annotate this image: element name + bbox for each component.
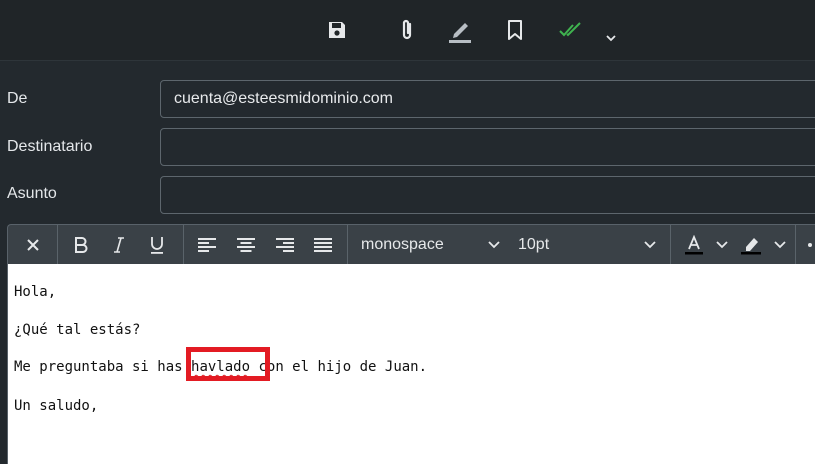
message-line: ¿Qué tal estás? <box>14 322 141 338</box>
bookmark-icon[interactable] <box>500 14 530 46</box>
font-family-select[interactable]: monospace <box>361 225 444 265</box>
text-color-icon[interactable] <box>681 225 707 265</box>
align-center-icon[interactable] <box>233 225 259 265</box>
editor-toolbar: monospace 10pt <box>7 224 815 265</box>
pen-icon[interactable] <box>445 14 475 46</box>
font-size-select[interactable]: 10pt <box>518 225 549 265</box>
misspelled-word[interactable]: havlado <box>191 359 250 375</box>
message-toolbar <box>0 0 815 61</box>
from-label: De <box>7 90 28 107</box>
chevron-down-icon[interactable] <box>596 22 626 54</box>
align-right-icon[interactable] <box>272 225 298 265</box>
attach-icon[interactable] <box>392 14 422 46</box>
toolbar-divider <box>183 225 184 265</box>
toolbar-divider <box>670 225 671 265</box>
toolbar-divider <box>347 225 348 265</box>
message-text: con el hijo de Juan. <box>250 359 428 375</box>
chevron-down-icon[interactable] <box>484 225 504 265</box>
chevron-down-icon[interactable] <box>640 225 660 265</box>
compose-header: De cuenta@esteesmidominio.com Destinatar… <box>0 61 815 224</box>
message-line: Me preguntaba si has havlado con el hijo… <box>14 359 427 375</box>
toolbar-divider <box>57 225 58 265</box>
italic-icon[interactable] <box>106 225 132 265</box>
more-icon[interactable] <box>804 225 815 265</box>
message-text: Me preguntaba si has <box>14 359 192 375</box>
align-left-icon[interactable] <box>194 225 220 265</box>
chevron-down-icon[interactable] <box>770 225 790 265</box>
message-line: Un saludo, <box>14 398 99 414</box>
to-label: Destinatario <box>7 138 93 155</box>
underline-icon[interactable] <box>144 225 170 265</box>
to-field[interactable] <box>160 128 815 166</box>
chevron-down-icon[interactable] <box>712 225 732 265</box>
align-justify-icon[interactable] <box>310 225 336 265</box>
subject-label: Asunto <box>7 185 57 202</box>
clear-format-icon[interactable] <box>18 225 48 265</box>
message-line: Hola, <box>14 284 57 300</box>
toolbar-divider <box>795 225 796 265</box>
double-check-icon[interactable] <box>556 14 586 46</box>
subject-field[interactable] <box>160 176 815 214</box>
save-icon[interactable] <box>322 14 352 46</box>
from-field[interactable]: cuenta@esteesmidominio.com <box>160 80 815 118</box>
bold-icon[interactable] <box>68 225 94 265</box>
highlight-color-icon[interactable] <box>738 225 764 265</box>
